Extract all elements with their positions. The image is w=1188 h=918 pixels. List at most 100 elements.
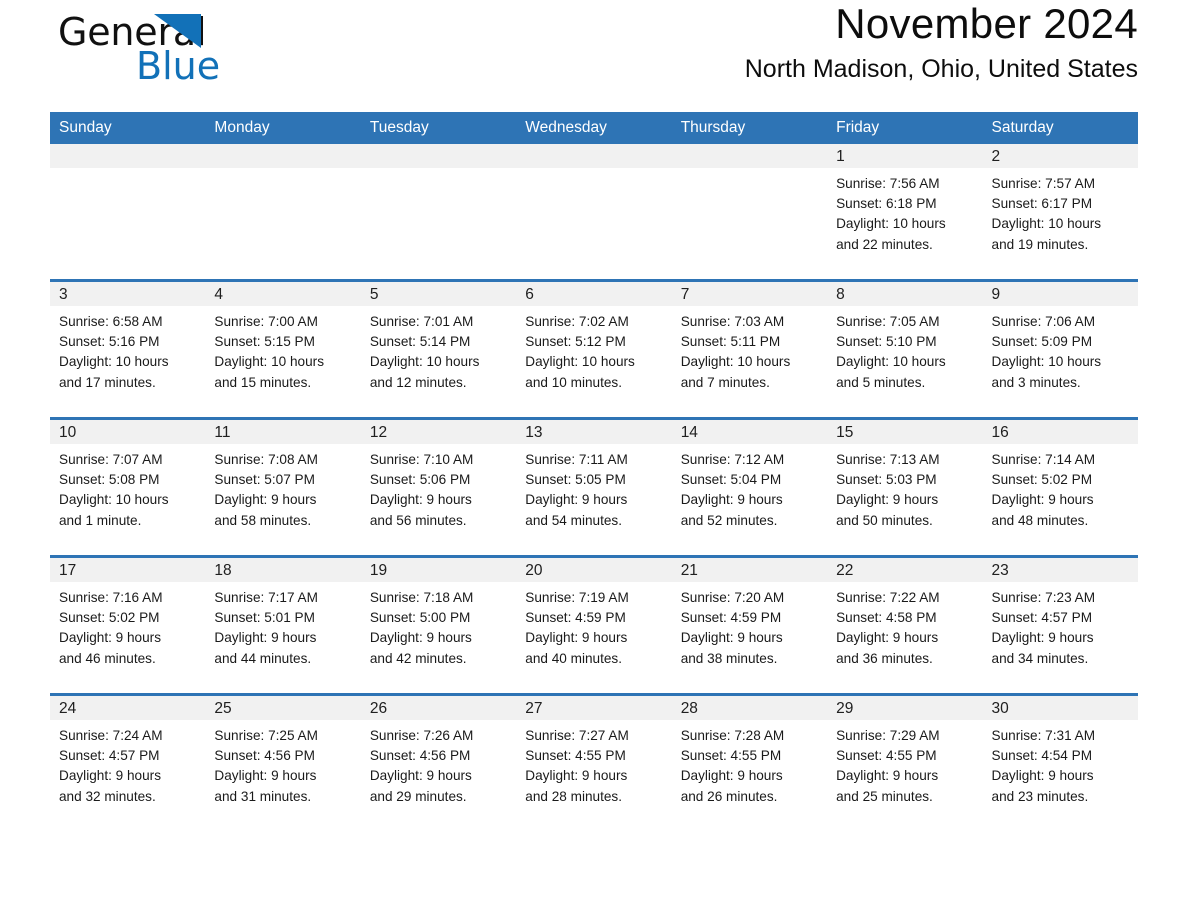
- calendar-day[interactable]: 28 Sunrise: 7:28 AM Sunset: 4:55 PM Dayligh…: [671, 696, 828, 831]
- page-header: General Blue November 2024 North Madison…: [50, 0, 1138, 112]
- sunset-text: Sunset: 4:59 PM: [525, 610, 626, 626]
- calendar-cell: 22 Sunrise: 7:22 AM Sunset: 4:58 PM Dayligh…: [827, 555, 983, 695]
- calendar-cell: 21 Sunrise: 7:20 AM Sunset: 4:59 PM Dayligh…: [671, 555, 828, 695]
- daylight-text-line2: and 19 minutes.: [991, 236, 1089, 252]
- calendar-day[interactable]: 6 Sunrise: 7:02 AM Sunset: 5:12 PM Daylight…: [516, 282, 672, 417]
- calendar-day[interactable]: 5 Sunrise: 7:01 AM Sunset: 5:14 PM Daylight…: [360, 282, 517, 417]
- calendar-day[interactable]: 1 Sunrise: 7:56 AM Sunset: 6:18 PM Daylight…: [827, 144, 983, 279]
- weekday-header-friday: Friday: [827, 112, 983, 144]
- generalblue-logo[interactable]: General Blue: [58, 10, 358, 96]
- calendar-day[interactable]: 4 Sunrise: 7:00 AM Sunset: 5:15 PM Daylight…: [205, 282, 361, 417]
- calendar-cell: 29 Sunrise: 7:29 AM Sunset: 4:55 PM Dayligh…: [827, 693, 983, 831]
- sunset-text: Sunset: 5:03 PM: [836, 472, 937, 488]
- calendar-day[interactable]: 15 Sunrise: 7:13 AM Sunset: 5:03 PM Dayligh…: [827, 420, 983, 555]
- daylight-text-line1: Daylight: 9 hours: [59, 630, 162, 646]
- sunset-text: Sunset: 5:05 PM: [525, 472, 626, 488]
- calendar-cell: 15 Sunrise: 7:13 AM Sunset: 5:03 PM Dayligh…: [827, 417, 983, 557]
- day-details: Sunrise: 7:18 AM Sunset: 5:00 PM Daylight:…: [361, 582, 516, 669]
- calendar-cell: 1 Sunrise: 7:56 AM Sunset: 6:18 PM Daylight…: [827, 144, 983, 281]
- sunset-text: Sunset: 4:55 PM: [525, 748, 626, 764]
- calendar-day[interactable]: 23 Sunrise: 7:23 AM Sunset: 4:57 PM Dayligh…: [982, 558, 1138, 693]
- calendar-cell: 25 Sunrise: 7:25 AM Sunset: 4:56 PM Dayligh…: [205, 693, 361, 831]
- calendar-cell: 3 Sunrise: 6:58 AM Sunset: 5:16 PM Daylight…: [50, 279, 206, 419]
- calendar-day[interactable]: 18 Sunrise: 7:17 AM Sunset: 5:01 PM Dayligh…: [205, 558, 361, 693]
- weekday-header-wednesday: Wednesday: [516, 112, 672, 144]
- calendar-day[interactable]: 25 Sunrise: 7:25 AM Sunset: 4:56 PM Dayligh…: [205, 696, 361, 831]
- calendar-day[interactable]: 22 Sunrise: 7:22 AM Sunset: 4:58 PM Dayligh…: [827, 558, 983, 693]
- calendar-day[interactable]: 11 Sunrise: 7:08 AM Sunset: 5:07 PM Dayligh…: [205, 420, 361, 555]
- sunrise-text: Sunrise: 7:14 AM: [991, 452, 1096, 467]
- calendar-day[interactable]: 16 Sunrise: 7:14 AM Sunset: 5:02 PM Dayligh…: [982, 420, 1138, 555]
- calendar-day[interactable]: 13 Sunrise: 7:11 AM Sunset: 5:05 PM Dayligh…: [516, 420, 672, 555]
- calendar-day[interactable]: 9 Sunrise: 7:06 AM Sunset: 5:09 PM Daylight…: [982, 282, 1138, 417]
- sunrise-text: Sunrise: 7:02 AM: [525, 314, 629, 329]
- day-details: Sunrise: 7:17 AM Sunset: 5:01 PM Daylight:…: [205, 582, 360, 669]
- day-number: 10: [50, 420, 206, 444]
- calendar-cell: 17 Sunrise: 7:16 AM Sunset: 5:02 PM Dayligh…: [50, 555, 206, 695]
- calendar-day[interactable]: 2 Sunrise: 7:57 AM Sunset: 6:17 PM Daylight…: [982, 144, 1138, 279]
- calendar-cell: 16 Sunrise: 7:14 AM Sunset: 5:02 PM Dayligh…: [982, 417, 1138, 557]
- calendar-cell: 6 Sunrise: 7:02 AM Sunset: 5:12 PM Daylight…: [516, 279, 672, 419]
- daylight-text-line2: and 38 minutes.: [680, 650, 778, 666]
- sunrise-text: Sunrise: 7:00 AM: [214, 314, 318, 329]
- sunset-text: Sunset: 5:09 PM: [991, 334, 1093, 350]
- calendar-day[interactable]: 21 Sunrise: 7:20 AM Sunset: 4:59 PM Dayligh…: [671, 558, 828, 693]
- calendar-cell: 2 Sunrise: 7:57 AM Sunset: 6:17 PM Daylight…: [982, 144, 1138, 281]
- calendar-day-empty: [50, 144, 206, 279]
- calendar-day[interactable]: 8 Sunrise: 7:05 AM Sunset: 5:10 PM Daylight…: [827, 282, 983, 417]
- sunset-text: Sunset: 4:57 PM: [991, 610, 1093, 626]
- sunset-text: Sunset: 4:56 PM: [369, 748, 471, 764]
- daylight-text-line1: Daylight: 9 hours: [214, 492, 317, 508]
- calendar-day[interactable]: 14 Sunrise: 7:12 AM Sunset: 5:04 PM Dayligh…: [671, 420, 828, 555]
- day-number: 3: [50, 282, 206, 306]
- calendar-day[interactable]: 17 Sunrise: 7:16 AM Sunset: 5:02 PM Dayligh…: [50, 558, 206, 693]
- calendar-cell: 18 Sunrise: 7:17 AM Sunset: 5:01 PM Dayligh…: [205, 555, 361, 695]
- daylight-text-line2: and 26 minutes.: [680, 788, 778, 804]
- calendar-day[interactable]: 29 Sunrise: 7:29 AM Sunset: 4:55 PM Dayligh…: [827, 696, 983, 831]
- sunrise-text: Sunrise: 7:20 AM: [680, 590, 785, 605]
- day-number: 12: [360, 420, 517, 444]
- sunrise-sunset-calendar: Sunday Monday Tuesday Wednesday Thursday…: [50, 112, 1138, 831]
- calendar-cell: 7 Sunrise: 7:03 AM Sunset: 5:11 PM Daylight…: [671, 279, 828, 419]
- calendar-cell: 20 Sunrise: 7:19 AM Sunset: 4:59 PM Dayligh…: [516, 555, 672, 695]
- calendar-day[interactable]: 12 Sunrise: 7:10 AM Sunset: 5:06 PM Dayligh…: [360, 420, 517, 555]
- calendar-day[interactable]: 19 Sunrise: 7:18 AM Sunset: 5:00 PM Dayligh…: [360, 558, 517, 693]
- calendar-day[interactable]: 10 Sunrise: 7:07 AM Sunset: 5:08 PM Dayligh…: [50, 420, 206, 555]
- daylight-text-line2: and 7 minutes.: [680, 374, 770, 390]
- daylight-text-line1: Daylight: 9 hours: [836, 630, 939, 646]
- calendar-cell: 12 Sunrise: 7:10 AM Sunset: 5:06 PM Dayligh…: [360, 417, 517, 557]
- location-subtitle: North Madison, Ohio, United States: [744, 55, 1138, 84]
- daylight-text-line2: and 25 minutes.: [836, 788, 933, 804]
- sunset-text: Sunset: 5:07 PM: [214, 472, 315, 488]
- calendar-cell: 4 Sunrise: 7:00 AM Sunset: 5:15 PM Daylight…: [205, 279, 361, 419]
- daylight-text-line1: Daylight: 9 hours: [369, 630, 472, 646]
- sunset-text: Sunset: 5:06 PM: [369, 472, 471, 488]
- day-details: Sunrise: 7:02 AM Sunset: 5:12 PM Daylight:…: [516, 306, 671, 393]
- calendar-day[interactable]: 20 Sunrise: 7:19 AM Sunset: 4:59 PM Dayligh…: [516, 558, 672, 693]
- calendar-day[interactable]: 27 Sunrise: 7:27 AM Sunset: 4:55 PM Dayligh…: [516, 696, 672, 831]
- calendar-day[interactable]: 24 Sunrise: 7:24 AM Sunset: 4:57 PM Dayligh…: [50, 696, 206, 831]
- calendar-day[interactable]: 30 Sunrise: 7:31 AM Sunset: 4:54 PM Dayligh…: [982, 696, 1138, 831]
- calendar-day-empty: [360, 144, 517, 279]
- calendar-cell: 23 Sunrise: 7:23 AM Sunset: 4:57 PM Dayligh…: [982, 555, 1138, 695]
- sunrise-text: Sunrise: 7:19 AM: [525, 590, 629, 605]
- daylight-text-line1: Daylight: 9 hours: [836, 768, 939, 784]
- sunset-text: Sunset: 4:57 PM: [59, 748, 160, 764]
- daylight-text-line2: and 40 minutes.: [525, 650, 622, 666]
- day-details: Sunrise: 7:00 AM Sunset: 5:15 PM Daylight:…: [205, 306, 360, 393]
- sunrise-text: Sunrise: 7:26 AM: [369, 728, 474, 743]
- daylight-text-line2: and 52 minutes.: [680, 512, 778, 528]
- sunrise-text: Sunrise: 7:01 AM: [369, 314, 474, 329]
- daylight-text-line1: Daylight: 9 hours: [680, 630, 783, 646]
- day-number: [671, 144, 828, 168]
- calendar-week-row: 1 Sunrise: 7:56 AM Sunset: 6:18 PM Daylight…: [50, 144, 1138, 281]
- calendar-week-row: 24 Sunrise: 7:24 AM Sunset: 4:57 PM Dayligh…: [50, 693, 1138, 831]
- calendar-day[interactable]: 26 Sunrise: 7:26 AM Sunset: 4:56 PM Dayligh…: [360, 696, 517, 831]
- calendar-day[interactable]: 7 Sunrise: 7:03 AM Sunset: 5:11 PM Daylight…: [671, 282, 828, 417]
- day-details: Sunrise: 7:13 AM Sunset: 5:03 PM Daylight:…: [827, 444, 982, 531]
- sunset-text: Sunset: 4:59 PM: [680, 610, 782, 626]
- calendar-week-row: 17 Sunrise: 7:16 AM Sunset: 5:02 PM Dayligh…: [50, 555, 1138, 695]
- sunrise-text: Sunrise: 7:05 AM: [836, 314, 940, 329]
- sunrise-text: Sunrise: 7:27 AM: [525, 728, 629, 743]
- calendar-day[interactable]: 3 Sunrise: 6:58 AM Sunset: 5:16 PM Daylight…: [50, 282, 206, 417]
